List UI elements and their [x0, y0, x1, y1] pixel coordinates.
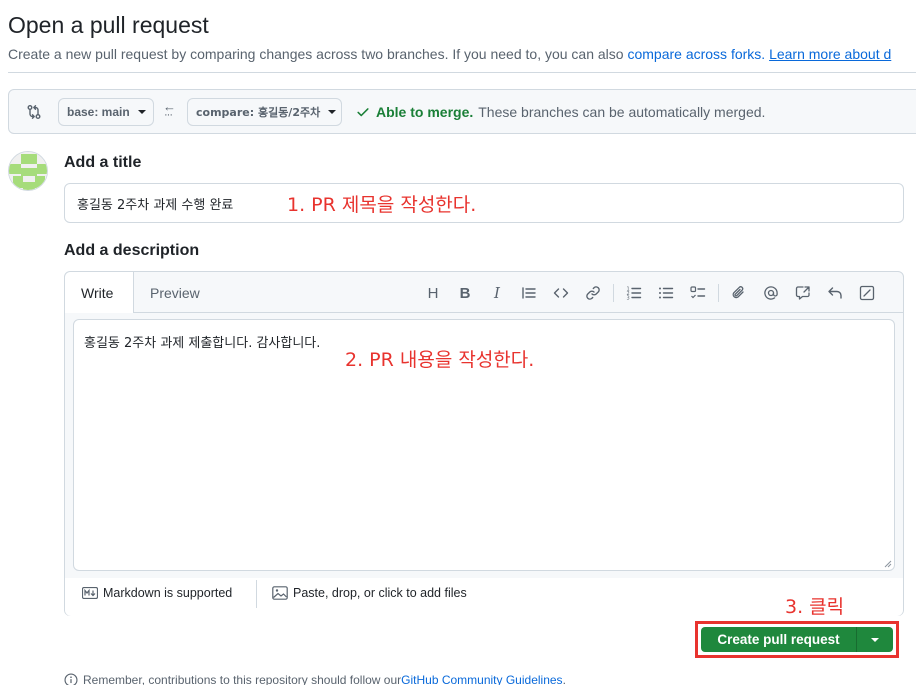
range-editor: base: main ← ··· compare: 홍길동/2주차 Able t…	[8, 89, 916, 134]
compare-branch-label: compare: 홍길동/2주차	[196, 106, 321, 119]
attach-icon[interactable]	[723, 282, 755, 304]
create-pull-request-label: Create pull request	[717, 632, 840, 647]
title-input[interactable]: 홍길동 2주차 과제 수행 완료	[64, 183, 904, 223]
git-compare-icon	[27, 105, 41, 119]
identicon-icon	[9, 152, 47, 190]
tab-write[interactable]: Write	[65, 272, 134, 313]
reference-icon[interactable]	[787, 282, 819, 304]
image-icon	[272, 586, 288, 600]
editor-toolbar: H B I 123	[417, 282, 883, 304]
annotation-step3: 3. 클릭	[785, 596, 845, 618]
mention-icon[interactable]	[755, 282, 787, 304]
info-icon	[64, 673, 78, 685]
editor-footer: Markdown is supported Paste, drop, or cl…	[65, 578, 903, 616]
compare-branch-select[interactable]: compare: 홍길동/2주차	[187, 98, 342, 126]
markdown-icon	[82, 587, 98, 599]
page-subtitle: Create a new pull request by comparing c…	[8, 46, 891, 62]
check-icon	[357, 108, 369, 117]
attach-files-button[interactable]: Paste, drop, or click to add files	[272, 586, 467, 600]
tab-preview[interactable]: Preview	[134, 272, 216, 313]
toolbar-divider	[613, 284, 614, 302]
ellipsis-icon: ···	[164, 109, 173, 121]
base-branch-label: base: main	[67, 105, 130, 119]
link-icon[interactable]	[577, 282, 609, 304]
avatar[interactable]	[8, 151, 48, 191]
reminder-text: Remember, contributions to this reposito…	[83, 673, 402, 685]
title-input-value: 홍길동 2주차 과제 수행 완료	[77, 197, 234, 213]
markdown-editor: Write Preview H B I 123 홍길동 2주차 과제 제출합니다…	[64, 271, 904, 616]
task-list-icon[interactable]	[682, 282, 714, 304]
annotation-step2: 2. PR 내용을 작성한다.	[345, 349, 535, 371]
markdown-note-label: Markdown is supported	[103, 586, 233, 600]
merge-status: Able to merge. These branches can be aut…	[356, 104, 765, 120]
resize-handle-icon[interactable]	[884, 560, 892, 568]
bold-icon[interactable]: B	[449, 282, 481, 304]
undo-icon[interactable]	[819, 282, 851, 304]
annotation-step1: 1. PR 제목을 작성한다.	[287, 194, 477, 216]
markdown-supported-note[interactable]: Markdown is supported	[82, 586, 232, 600]
quote-icon[interactable]	[513, 282, 545, 304]
reminder-period: .	[562, 673, 566, 685]
italic-icon[interactable]: I	[481, 282, 513, 304]
page-title: Open a pull request	[8, 12, 209, 38]
footer-divider	[256, 580, 257, 608]
fullscreen-icon[interactable]	[851, 282, 883, 304]
attach-note-label: Paste, drop, or click to add files	[293, 586, 467, 600]
merge-status-message: These branches can be automatically merg…	[478, 104, 766, 120]
learn-more-link[interactable]: Learn more about d	[769, 46, 891, 62]
chevron-down-icon	[328, 110, 337, 114]
tab-divider	[134, 312, 904, 313]
subtitle-text: Create a new pull request by comparing c…	[8, 46, 628, 62]
numbered-list-icon[interactable]: 123	[618, 282, 650, 304]
header-divider	[8, 72, 916, 73]
bullet-list-icon[interactable]	[650, 282, 682, 304]
create-pull-request-button[interactable]: Create pull request	[701, 627, 893, 652]
chevron-down-icon	[871, 637, 879, 642]
code-icon[interactable]	[545, 282, 577, 304]
svg-text:3: 3	[627, 296, 630, 302]
merge-status-ok: Able to merge.	[376, 104, 474, 120]
description-label: Add a description	[64, 242, 200, 259]
title-label: Add a title	[64, 154, 142, 171]
toolbar-divider	[718, 284, 719, 302]
description-text: 홍길동 2주차 과제 제출합니다. 감사합니다.	[84, 336, 321, 351]
contribution-reminder: Remember, contributions to this reposito…	[64, 673, 566, 685]
compare-forks-link[interactable]: compare across forks.	[627, 46, 765, 62]
heading-icon[interactable]: H	[417, 282, 449, 304]
community-guidelines-link[interactable]: GitHub Community Guidelines	[401, 673, 562, 685]
base-branch-select[interactable]: base: main	[58, 98, 154, 126]
chevron-down-icon	[137, 110, 146, 114]
create-button-highlight: Create pull request	[695, 621, 899, 658]
create-options-dropdown[interactable]	[857, 637, 893, 642]
